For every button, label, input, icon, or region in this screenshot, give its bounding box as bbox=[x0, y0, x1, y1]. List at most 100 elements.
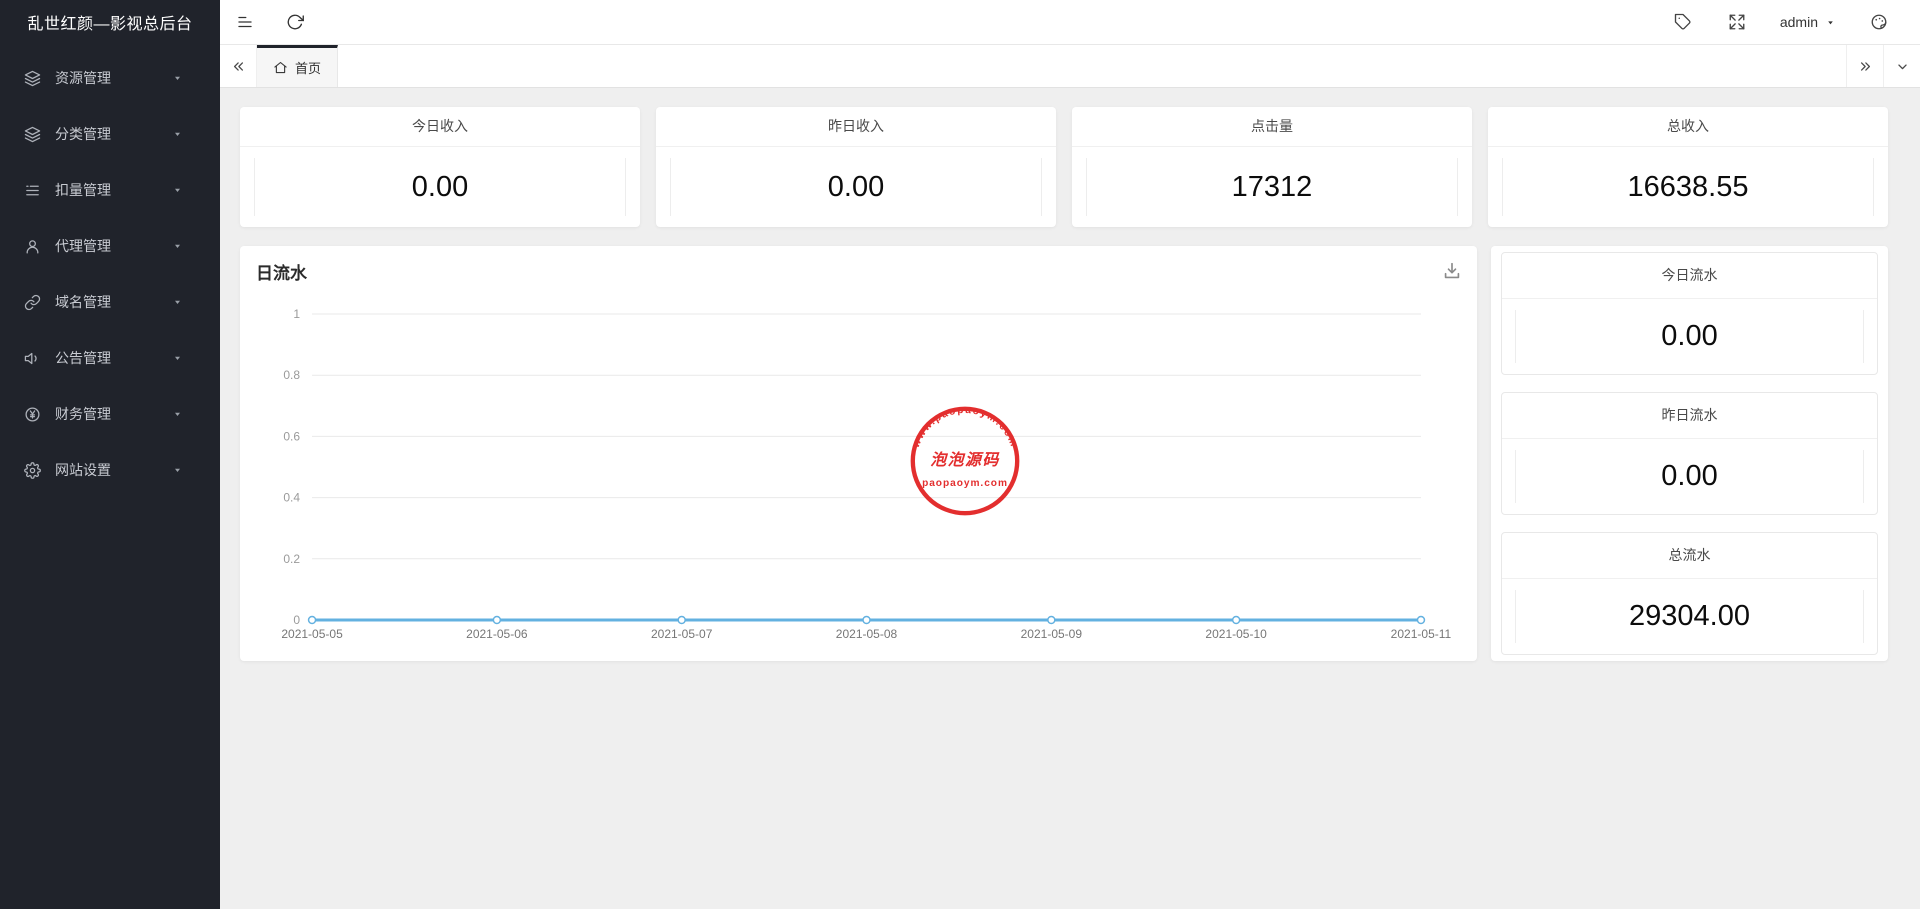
user-icon bbox=[24, 238, 41, 255]
sidebar-item-deduction[interactable]: 扣量管理 bbox=[0, 162, 220, 218]
sidebar-item-categories[interactable]: 分类管理 bbox=[0, 106, 220, 162]
svg-text:2021-05-07: 2021-05-07 bbox=[651, 627, 713, 641]
sidebar-item-label: 财务管理 bbox=[55, 404, 169, 424]
flow-card-value: 29304.00 bbox=[1515, 590, 1864, 643]
svg-text:2021-05-05: 2021-05-05 bbox=[281, 627, 343, 641]
flow-card-total: 总流水 29304.00 bbox=[1501, 532, 1878, 655]
svg-text:2021-05-11: 2021-05-11 bbox=[1391, 627, 1452, 641]
dashboard-content: 今日收入 0.00 昨日收入 0.00 点击量 17312 总收入 16638.… bbox=[220, 88, 1920, 909]
sidebar-item-label: 公告管理 bbox=[55, 348, 169, 368]
topbar: admin bbox=[220, 0, 1920, 45]
caret-down-icon bbox=[169, 408, 186, 420]
sidebar-item-label: 网站设置 bbox=[55, 460, 169, 480]
sidebar-item-label: 扣量管理 bbox=[55, 180, 169, 200]
stat-card-title: 总收入 bbox=[1488, 107, 1888, 147]
stat-card-clicks: 点击量 17312 bbox=[1072, 107, 1472, 227]
flow-card-title: 昨日流水 bbox=[1502, 393, 1877, 439]
stat-card-title: 昨日收入 bbox=[656, 107, 1056, 147]
collapse-sidebar-button[interactable] bbox=[220, 0, 270, 44]
sidebar-nav: 资源管理 分类管理 扣量管理 代理管理 域名管理 公告管理 bbox=[0, 50, 220, 498]
tag-button[interactable] bbox=[1656, 0, 1710, 44]
svg-text:www.paopaoym.com: www.paopaoym.com bbox=[910, 405, 1019, 450]
svg-text:0: 0 bbox=[293, 613, 300, 627]
stat-card-value: 17312 bbox=[1086, 158, 1458, 216]
svg-text:2021-05-08: 2021-05-08 bbox=[836, 627, 898, 641]
svg-text:0.4: 0.4 bbox=[283, 491, 300, 505]
gear-icon bbox=[24, 462, 41, 479]
link-icon bbox=[24, 294, 41, 311]
stamp-domain-text: paopaoym.com bbox=[922, 478, 1008, 489]
flow-card-yesterday: 昨日流水 0.00 bbox=[1501, 392, 1878, 515]
tag-icon bbox=[1674, 13, 1692, 31]
tabs-scroll-right-button[interactable] bbox=[1846, 45, 1883, 87]
home-icon bbox=[273, 60, 288, 75]
caret-down-icon bbox=[169, 184, 186, 196]
caret-down-icon bbox=[169, 128, 186, 140]
flow-card-value: 0.00 bbox=[1515, 310, 1864, 363]
svg-text:2021-05-06: 2021-05-06 bbox=[466, 627, 528, 641]
sidebar-item-site-settings[interactable]: 网站设置 bbox=[0, 442, 220, 498]
caret-down-icon bbox=[169, 296, 186, 308]
stat-card-value: 0.00 bbox=[670, 158, 1042, 216]
stat-card-total-income: 总收入 16638.55 bbox=[1488, 107, 1888, 227]
user-dropdown[interactable]: admin bbox=[1764, 0, 1852, 44]
sidebar-item-label: 资源管理 bbox=[55, 68, 169, 88]
stat-card-title: 今日收入 bbox=[240, 107, 640, 147]
stat-card-value: 16638.55 bbox=[1502, 158, 1874, 216]
svg-text:2021-05-09: 2021-05-09 bbox=[1021, 627, 1083, 641]
svg-text:1: 1 bbox=[293, 307, 300, 321]
refresh-icon bbox=[286, 13, 304, 31]
stat-card-value: 0.00 bbox=[254, 158, 626, 216]
flow-card-value: 0.00 bbox=[1515, 450, 1864, 503]
stamp-arc-text: www.paopaoym.com bbox=[910, 405, 1019, 450]
list-icon bbox=[24, 182, 41, 199]
sidebar-item-announcements[interactable]: 公告管理 bbox=[0, 330, 220, 386]
yen-icon bbox=[24, 406, 41, 423]
tabbar-spacer bbox=[338, 45, 1846, 87]
chevrons-right-icon bbox=[1857, 58, 1874, 75]
caret-down-icon bbox=[1825, 17, 1836, 28]
chevron-down-icon bbox=[1894, 58, 1911, 75]
app-title: 乱世红颜—影视总后台 bbox=[0, 0, 220, 50]
flow-summary-panel: 今日流水 0.00 昨日流水 0.00 总流水 29304.00 bbox=[1491, 246, 1888, 661]
menu-fold-icon bbox=[236, 13, 254, 31]
daily-flow-chart-card: 日流水 00.20.40.60.812021-05-052021-05-0620… bbox=[240, 246, 1477, 661]
svg-text:0.6: 0.6 bbox=[283, 429, 300, 443]
caret-down-icon bbox=[169, 464, 186, 476]
flow-card-title: 总流水 bbox=[1502, 533, 1877, 579]
svg-text:0.8: 0.8 bbox=[283, 368, 300, 382]
svg-text:0.2: 0.2 bbox=[283, 552, 300, 566]
tabs-scroll-left-button[interactable] bbox=[220, 45, 257, 87]
stat-card-yesterday-income: 昨日收入 0.00 bbox=[656, 107, 1056, 227]
line-chart: 0 0.2 0.4 0.6 0.8 1 2021-05-05 2021-05-06 2021-0… bbox=[240, 246, 1477, 661]
username-label: admin bbox=[1780, 14, 1818, 30]
flow-card-today: 今日流水 0.00 bbox=[1501, 252, 1878, 375]
stat-card-today-income: 今日收入 0.00 bbox=[240, 107, 640, 227]
sidebar: 乱世红颜—影视总后台 资源管理 分类管理 扣量管理 代理管理 域名管理 bbox=[0, 0, 220, 909]
tabbar: 首页 bbox=[220, 45, 1920, 88]
stat-card-title: 点击量 bbox=[1072, 107, 1472, 147]
tab-label: 首页 bbox=[295, 58, 321, 77]
palette-icon bbox=[1870, 13, 1888, 31]
fullscreen-icon bbox=[1728, 13, 1746, 31]
sidebar-item-domains[interactable]: 域名管理 bbox=[0, 274, 220, 330]
theme-button[interactable] bbox=[1852, 0, 1906, 44]
layers-icon bbox=[24, 70, 41, 87]
watermark-stamp: www.paopaoym.com 泡泡源码 paopaoym.com bbox=[907, 403, 1023, 519]
sidebar-item-label: 代理管理 bbox=[55, 236, 169, 256]
layers-icon bbox=[24, 126, 41, 143]
tabs-menu-button[interactable] bbox=[1883, 45, 1920, 87]
sidebar-item-resources[interactable]: 资源管理 bbox=[0, 50, 220, 106]
sidebar-item-finance[interactable]: 财务管理 bbox=[0, 386, 220, 442]
chevrons-left-icon bbox=[230, 58, 247, 75]
tab-home[interactable]: 首页 bbox=[257, 45, 338, 87]
refresh-button[interactable] bbox=[270, 0, 320, 44]
stat-cards-row: 今日收入 0.00 昨日收入 0.00 点击量 17312 总收入 16638.… bbox=[240, 107, 1888, 227]
sidebar-item-agents[interactable]: 代理管理 bbox=[0, 218, 220, 274]
fullscreen-button[interactable] bbox=[1710, 0, 1764, 44]
svg-text:2021-05-10: 2021-05-10 bbox=[1205, 627, 1267, 641]
sidebar-item-label: 域名管理 bbox=[55, 292, 169, 312]
dashboard-row: 日流水 00.20.40.60.812021-05-052021-05-0620… bbox=[240, 246, 1888, 661]
sidebar-item-label: 分类管理 bbox=[55, 124, 169, 144]
caret-down-icon bbox=[169, 72, 186, 84]
